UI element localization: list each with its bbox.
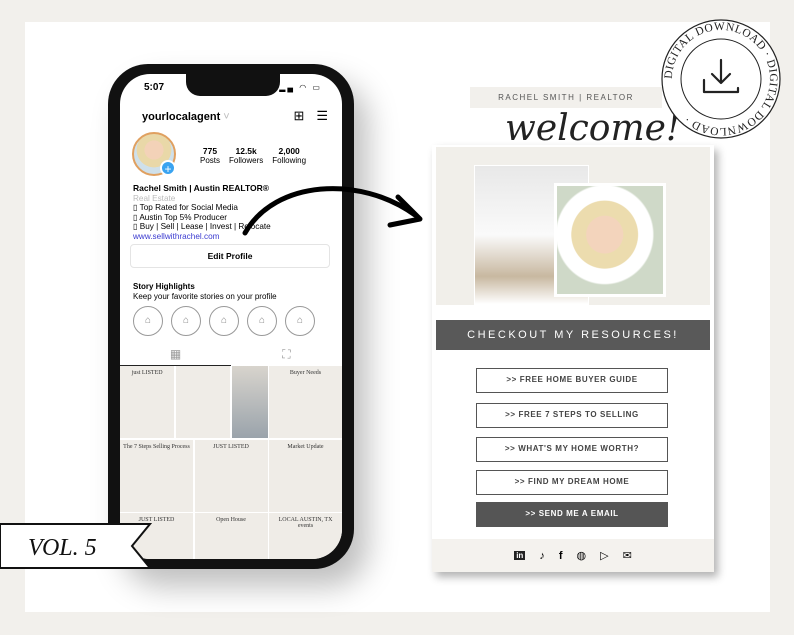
username[interactable]: yourlocalagent ˅ [142, 111, 230, 123]
send-email-button[interactable]: >> SEND ME A EMAIL [476, 502, 668, 527]
highlight-list: ⌂ ⌂ ⌂ ⌂ ⌂ [133, 306, 315, 336]
post-thumbnail[interactable]: just LISTED [120, 366, 175, 438]
dream-home-button[interactable]: >> FIND MY DREAM HOME [476, 470, 668, 495]
stat-following[interactable]: 2,000 Following [272, 146, 306, 165]
page-header: RACHEL SMITH | REALTOR [470, 87, 662, 108]
youtube-icon[interactable]: ▷ [600, 549, 608, 562]
globe-icon[interactable]: ◍ [576, 549, 586, 562]
profile-tabs: ▦ ⛶ [120, 344, 342, 366]
highlight-item[interactable]: ⌂ [247, 306, 277, 336]
digital-download-badge: DIGITAL DOWNLOAD · DIGITAL DOWNLOAD · [661, 19, 781, 139]
story-highlights: Story Highlights Keep your favorite stor… [133, 282, 277, 302]
post-thumbnail[interactable]: Market Update [269, 439, 342, 512]
stat-label: Following [272, 156, 307, 165]
phone-notch [186, 74, 280, 96]
phone-mockup: 5:07 ▂▄ ◠ ▭ yourlocalagent ˅ ⊞ ☰ + 775 Pos… [108, 64, 354, 569]
stat-value: 2,000 [278, 146, 300, 156]
post-thumbnail[interactable]: The 7 Steps Selling Process [120, 439, 193, 512]
highlight-item[interactable]: ⌂ [209, 306, 239, 336]
profile-stats: 775 Posts 12.5k Followers 2,000 Following [200, 146, 306, 165]
tiktok-icon[interactable]: ♪ [539, 550, 545, 562]
status-time: 5:07 [144, 82, 165, 93]
social-links: in ♪ f ◍ ▷ ✉ [432, 539, 714, 572]
grid-tab-icon[interactable]: ▦ [120, 344, 231, 366]
linkedin-icon[interactable]: in [514, 551, 526, 560]
home-worth-button[interactable]: >> WHAT'S MY HOME WORTH? [476, 437, 668, 462]
facebook-icon[interactable]: f [559, 550, 563, 562]
tagged-tab-icon[interactable]: ⛶ [231, 344, 342, 366]
welcome-heading: welcome! [505, 108, 681, 149]
add-post-icon[interactable]: ⊞ [293, 108, 304, 124]
post-thumbnail[interactable]: LOCAL AUSTIN, TX events [269, 513, 342, 559]
volume-label: VOL. 5 [28, 535, 97, 561]
stat-label: Posts [200, 156, 221, 165]
chevron-down-icon: ˅ [220, 111, 230, 123]
post-thumbnail[interactable]: Buyer Needs [269, 366, 342, 438]
edit-profile-button[interactable]: Edit Profile [130, 244, 330, 268]
mail-icon[interactable]: ✉ [623, 549, 632, 562]
post-thumbnail[interactable]: Open House [194, 513, 268, 559]
arrow-graphic [242, 186, 423, 236]
steps-to-selling-button[interactable]: >> FREE 7 STEPS TO SELLING [476, 403, 668, 428]
story-highlights-subtitle: Keep your favorite stories on your profi… [133, 292, 277, 301]
post-grid: just LISTED Buyer Needs The 7 Steps Sell… [120, 366, 342, 559]
realtor-photo [554, 183, 666, 297]
home-buyer-guide-button[interactable]: >> FREE HOME BUYER GUIDE [476, 368, 668, 393]
highlight-item[interactable]: ⌂ [285, 306, 315, 336]
highlight-item[interactable]: ⌂ [133, 306, 163, 336]
menu-icon[interactable]: ☰ [316, 108, 328, 124]
post-thumbnail[interactable] [231, 366, 268, 438]
link-page-card: CHECKOUT MY RESOURCES! >> FREE HOME BUYE… [432, 145, 714, 572]
stat-value: 775 [202, 146, 218, 156]
stat-value: 12.5k [235, 146, 257, 156]
highlight-item[interactable]: ⌂ [171, 306, 201, 336]
post-thumbnail[interactable]: JUST LISTED [194, 439, 268, 512]
add-story-icon[interactable]: + [160, 160, 176, 176]
username-text: yourlocalagent [142, 111, 221, 123]
stat-label: Followers [229, 156, 264, 165]
volume-ribbon: VOL. 5 [0, 523, 152, 569]
stat-posts[interactable]: 775 Posts [200, 146, 220, 165]
status-icons: ▂▄ ◠ ▭ [279, 83, 322, 92]
resources-banner: CHECKOUT MY RESOURCES! [436, 320, 710, 350]
stat-followers[interactable]: 12.5k Followers [229, 146, 263, 165]
instagram-profile-screen: 5:07 ▂▄ ◠ ▭ yourlocalagent ˅ ⊞ ☰ + 775 Pos… [120, 74, 342, 559]
story-highlights-title: Story Highlights [133, 282, 195, 291]
post-thumbnail[interactable] [175, 366, 231, 438]
